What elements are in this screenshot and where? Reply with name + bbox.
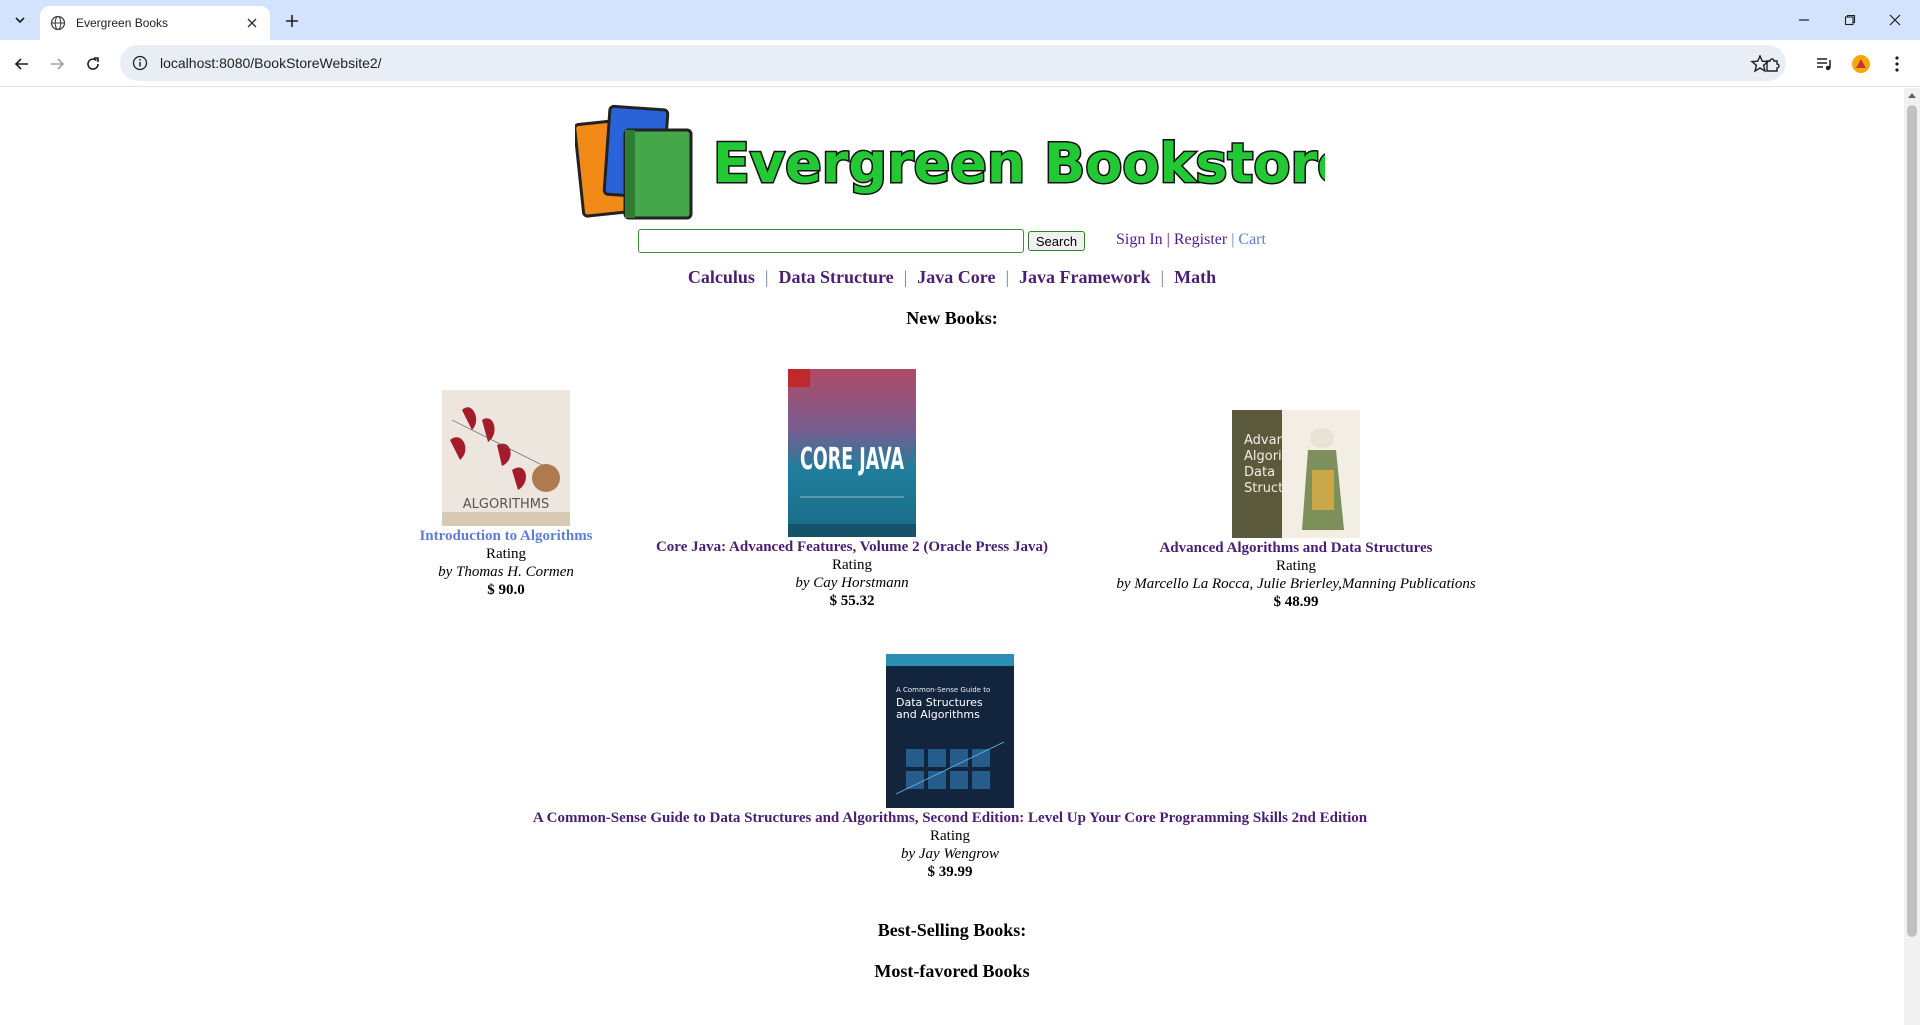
book-rating: Rating: [832, 557, 872, 573]
book-price: $ 39.99: [927, 864, 973, 880]
book-author: by Jay Wengrow: [900, 846, 1000, 862]
book-rating: Rating: [1276, 558, 1316, 574]
minimize-icon[interactable]: [1782, 6, 1826, 34]
most-favored-heading: Most-favored Books: [874, 961, 1030, 981]
book-title-link[interactable]: Advanced Algorithms and Data Structures: [1100, 540, 1492, 557]
media-control-icon[interactable]: [1812, 52, 1836, 76]
search-row: Search Sign In | Register | Cart: [0, 229, 1904, 255]
register-link[interactable]: Register: [1174, 231, 1227, 248]
site-title: Evergreen Bookstore: [713, 132, 1325, 195]
book-cover-link[interactable]: Advanced Algorithms Data Structures: [1100, 410, 1492, 538]
book-cover-link[interactable]: A Common-Sense Guide to Data Structures …: [490, 654, 1410, 808]
book-rating: Rating: [930, 828, 970, 844]
category-separator: |: [1005, 267, 1010, 287]
page-scrollbar[interactable]: [1904, 88, 1920, 1025]
svg-text:ALGORITHMS: ALGORITHMS: [463, 497, 550, 512]
site-info-icon[interactable]: [132, 55, 148, 71]
address-bar[interactable]: localhost:8080/BookStoreWebsite2/: [120, 45, 1786, 81]
book-cover-link[interactable]: CORE JAVA: [632, 369, 1072, 537]
book-card: Advanced Algorithms Data Structures Adva…: [1100, 410, 1492, 611]
tab-search-dropdown-icon[interactable]: [8, 8, 32, 32]
profile-avatar-icon[interactable]: [1849, 52, 1873, 76]
book-card: CORE JAVA Core Java: Advanced Features, …: [632, 369, 1072, 610]
book-author: by Thomas H. Cormen: [438, 564, 574, 580]
book-title-link[interactable]: A Common-Sense Guide to Data Structures …: [490, 810, 1410, 827]
category-separator: |: [903, 267, 908, 287]
book-cover-link[interactable]: ALGORITHMS: [340, 390, 672, 526]
book-rating: Rating: [486, 546, 526, 562]
category-nav: Calculus | Data Structure | Java Core | Java F…: [0, 267, 1904, 288]
cart-link[interactable]: Cart: [1238, 231, 1266, 248]
restore-icon[interactable]: [1828, 6, 1872, 34]
svg-text:A Common-Sense Guide to: A Common-Sense Guide to: [896, 686, 990, 694]
globe-icon: [50, 15, 66, 31]
browser-tabstrip: Evergreen Books: [0, 0, 1920, 40]
book-card: ALGORITHMS Introduction to Algorithms Ra…: [340, 326, 672, 599]
category-separator: |: [1160, 267, 1165, 287]
browser-toolbar: localhost:8080/BookStoreWebsite2/: [0, 40, 1920, 87]
book-price: $ 90.0: [487, 582, 525, 598]
page-content: Evergreen Bookstore Search Sign In | Reg…: [0, 88, 1904, 1025]
sign-in-link[interactable]: Sign In: [1116, 231, 1163, 248]
search-button[interactable]: Search: [1028, 231, 1085, 251]
search-input[interactable]: [638, 229, 1024, 253]
book-card: A Common-Sense Guide to Data Structures …: [490, 654, 1410, 881]
book-title-link[interactable]: Introduction to Algorithms: [340, 528, 672, 545]
book-author: by Marcello La Rocca, Julie Brierley,Man…: [1116, 576, 1476, 592]
close-window-icon[interactable]: [1873, 6, 1917, 34]
link-separator: |: [1231, 231, 1235, 248]
extensions-puzzle-icon[interactable]: [1761, 52, 1785, 76]
svg-text:Algorithms: Algorithms: [1244, 449, 1315, 464]
svg-text:CORE JAVA: CORE JAVA: [800, 442, 904, 477]
book-price: $ 48.99: [1273, 594, 1319, 610]
url-text: localhost:8080/BookStoreWebsite2/: [160, 55, 382, 71]
forward-arrow-icon[interactable]: [43, 50, 71, 78]
category-java-core[interactable]: Java Core: [917, 267, 995, 287]
book-cover-image: Advanced Algorithms Data Structures: [1232, 410, 1360, 538]
back-arrow-icon[interactable]: [8, 50, 36, 78]
user-links: Sign In | Register | Cart: [1116, 231, 1266, 249]
menu-kebab-icon[interactable]: [1885, 52, 1909, 76]
best-selling-heading: Best-Selling Books:: [877, 920, 1027, 940]
new-tab-icon[interactable]: [280, 9, 304, 33]
book-price: $ 55.32: [829, 593, 875, 609]
reload-icon[interactable]: [79, 50, 107, 78]
link-separator: |: [1166, 231, 1170, 248]
svg-text:and Algorithms: and Algorithms: [896, 708, 980, 721]
category-data-structure[interactable]: Data Structure: [779, 267, 894, 287]
new-books-heading: New Books:: [906, 308, 998, 328]
scroll-thumb[interactable]: [1907, 105, 1917, 937]
site-logo[interactable]: Evergreen Bookstore: [573, 102, 1355, 222]
close-icon[interactable]: [244, 15, 260, 31]
category-calculus[interactable]: Calculus: [688, 267, 755, 287]
tab-title: Evergreen Books: [76, 16, 169, 30]
category-separator: |: [764, 267, 769, 287]
book-cover-image: CORE JAVA: [788, 369, 916, 537]
category-math[interactable]: Math: [1174, 267, 1216, 287]
svg-text:Structures: Structures: [1244, 481, 1311, 496]
book-cover-image: A Common-Sense Guide to Data Structures …: [886, 654, 1014, 808]
book-title-link[interactable]: Core Java: Advanced Features, Volume 2 (…: [632, 539, 1072, 556]
category-java-framework[interactable]: Java Framework: [1019, 267, 1150, 287]
svg-text:Advanced: Advanced: [1244, 433, 1308, 448]
books-logo-icon: [573, 104, 693, 220]
scroll-up-arrow-icon[interactable]: [1908, 93, 1916, 98]
browser-tab[interactable]: Evergreen Books: [40, 6, 270, 40]
book-cover-image: ALGORITHMS: [442, 390, 570, 526]
svg-text:Data: Data: [1244, 465, 1275, 480]
book-author: by Cay Horstmann: [795, 575, 909, 591]
